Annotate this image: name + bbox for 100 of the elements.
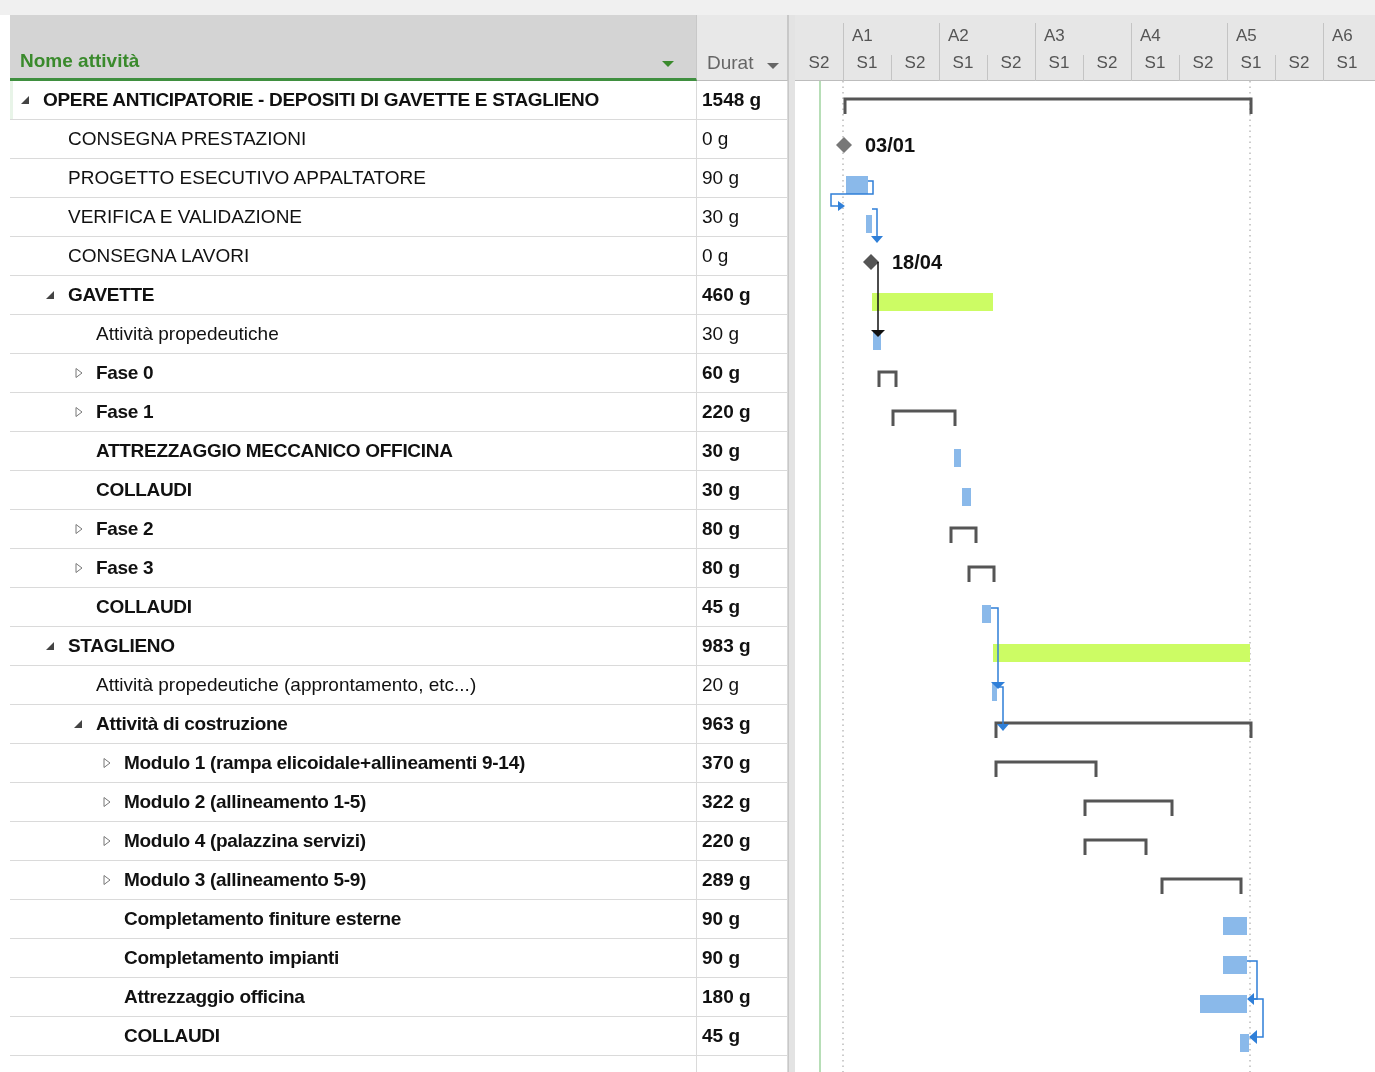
task-name: Modulo 4 (palazzina servizi) bbox=[124, 828, 366, 853]
semester-label: S1 bbox=[855, 52, 879, 74]
task-name: GAVETTE bbox=[68, 282, 155, 307]
task-duration: 60 g bbox=[702, 360, 741, 385]
collapse-triangle-icon[interactable] bbox=[74, 719, 84, 729]
task-duration: 20 g bbox=[702, 672, 739, 697]
task-duration: 180 g bbox=[702, 984, 751, 1009]
task-name: Fase 1 bbox=[96, 399, 154, 424]
column-header[interactable]: Durat bbox=[697, 15, 788, 81]
semester-label: S1 bbox=[1047, 52, 1071, 74]
semester-label: S2 bbox=[903, 52, 927, 74]
task-name: CONSEGNA LAVORI bbox=[68, 243, 250, 268]
task-duration: 220 g bbox=[702, 399, 751, 424]
year-label: A6 bbox=[1332, 25, 1353, 47]
task-name: Attività propedeutiche (approntamento, etc...) bbox=[96, 672, 477, 697]
task-name: ATTREZZAGGIO MECCANICO OFFICINA bbox=[96, 438, 453, 463]
dropdown-arrow-icon bbox=[662, 61, 674, 68]
semester-label: S2 bbox=[1191, 52, 1215, 74]
milestone-icon bbox=[836, 137, 852, 153]
expand-triangle-icon[interactable] bbox=[102, 875, 112, 885]
task-duration: 370 g bbox=[702, 750, 751, 775]
semester-label: S1 bbox=[1239, 52, 1263, 74]
milestone-date: 18/04 bbox=[892, 251, 943, 273]
task-duration: 1548 g bbox=[702, 87, 762, 112]
semester-label: S2 bbox=[999, 52, 1023, 74]
task-name: STAGLIENO bbox=[68, 633, 175, 658]
task-bar bbox=[982, 605, 991, 623]
summary-bar bbox=[967, 565, 996, 582]
task-name: Attrezzaggio officina bbox=[124, 984, 305, 1009]
task-name: Modulo 1 (rampa elicoidale+allineamenti 9-14) bbox=[124, 750, 525, 775]
summary-bar bbox=[949, 526, 978, 543]
task-duration: 220 g bbox=[702, 828, 751, 853]
year-label: A3 bbox=[1044, 25, 1065, 47]
task-name: Fase 3 bbox=[96, 555, 154, 580]
year-label: A2 bbox=[948, 25, 969, 47]
expand-triangle-icon[interactable] bbox=[102, 797, 112, 807]
collapse-triangle-icon[interactable] bbox=[21, 95, 31, 105]
task-duration: 289 g bbox=[702, 867, 751, 892]
task-duration: 30 g bbox=[702, 438, 741, 463]
task-name: PROGETTO ESECUTIVO APPALTATORE bbox=[68, 165, 426, 190]
task-bar bbox=[1223, 917, 1247, 935]
task-name: Modulo 3 (allineamento 5-9) bbox=[124, 867, 367, 892]
task-duration: 963 g bbox=[702, 711, 751, 736]
task-duration: 0 g bbox=[702, 126, 729, 151]
collapse-triangle-icon[interactable] bbox=[46, 641, 56, 651]
task-bar bbox=[1240, 1034, 1249, 1052]
semester-label: S1 bbox=[951, 52, 975, 74]
task-duration: 90 g bbox=[702, 906, 741, 931]
task-duration: 0 g bbox=[702, 243, 729, 268]
task-duration: 90 g bbox=[702, 165, 739, 190]
semester-label: S2 bbox=[1095, 52, 1119, 74]
dependency-arrow bbox=[1249, 998, 1264, 1044]
summary-bar bbox=[877, 370, 898, 387]
task-duration: 45 g bbox=[702, 594, 741, 619]
task-duration: 80 g bbox=[702, 555, 741, 580]
task-bar bbox=[1223, 956, 1247, 974]
expand-triangle-icon[interactable] bbox=[102, 758, 112, 768]
summary-bar bbox=[1083, 838, 1148, 855]
task-name: COLLAUDI bbox=[96, 477, 192, 502]
task-bar bbox=[1200, 995, 1247, 1013]
expand-triangle-icon[interactable] bbox=[74, 524, 84, 534]
expand-triangle-icon[interactable] bbox=[74, 368, 84, 378]
task-duration: 30 g bbox=[702, 321, 739, 346]
task-name: Fase 0 bbox=[96, 360, 154, 385]
task-name: Completamento impianti bbox=[124, 945, 340, 970]
task-duration: 45 g bbox=[702, 1023, 741, 1048]
milestone-icon bbox=[863, 254, 879, 270]
task-name: Attività di costruzione bbox=[96, 711, 288, 736]
expand-triangle-icon[interactable] bbox=[74, 563, 84, 573]
milestone-date: 03/01 bbox=[865, 134, 916, 156]
task-name: OPERE ANTICIPATORIE - DEPOSITI DI GAVETTE E STAGLIENO bbox=[43, 87, 599, 112]
expand-triangle-icon[interactable] bbox=[102, 836, 112, 846]
collapse-triangle-icon[interactable] bbox=[46, 290, 56, 300]
task-duration: 30 g bbox=[702, 204, 739, 229]
year-label: A5 bbox=[1236, 25, 1257, 47]
semester-label: S1 bbox=[1143, 52, 1167, 74]
task-bar bbox=[962, 488, 971, 506]
dropdown-arrow-icon bbox=[767, 63, 779, 70]
expand-triangle-icon[interactable] bbox=[74, 407, 84, 417]
semester-label: S2 bbox=[1287, 52, 1311, 74]
task-name: VERIFICA E VALIDAZIONE bbox=[68, 204, 303, 229]
summary-bar bbox=[891, 409, 957, 426]
task-name: Attività propedeutiche bbox=[96, 321, 279, 346]
semester-label: S1 bbox=[1335, 52, 1359, 74]
task-name: Modulo 2 (allineamento 1-5) bbox=[124, 789, 367, 814]
task-bar bbox=[846, 176, 868, 194]
task-duration: 30 g bbox=[702, 477, 741, 502]
task-name: CONSEGNA PRESTAZIONI bbox=[68, 126, 307, 151]
task-name: Completamento finiture esterne bbox=[124, 906, 402, 931]
task-duration: 90 g bbox=[702, 945, 741, 970]
task-duration: 460 g bbox=[702, 282, 751, 307]
task-name: Fase 2 bbox=[96, 516, 154, 541]
semester-label: S2 bbox=[807, 52, 831, 74]
task-duration: 983 g bbox=[702, 633, 751, 658]
column-header[interactable]: Nome attività bbox=[10, 15, 697, 81]
year-label: A4 bbox=[1140, 25, 1161, 47]
year-label: A1 bbox=[852, 25, 873, 47]
dependency-arrow bbox=[1246, 960, 1258, 1005]
task-duration: 322 g bbox=[702, 789, 751, 814]
task-duration: 80 g bbox=[702, 516, 741, 541]
